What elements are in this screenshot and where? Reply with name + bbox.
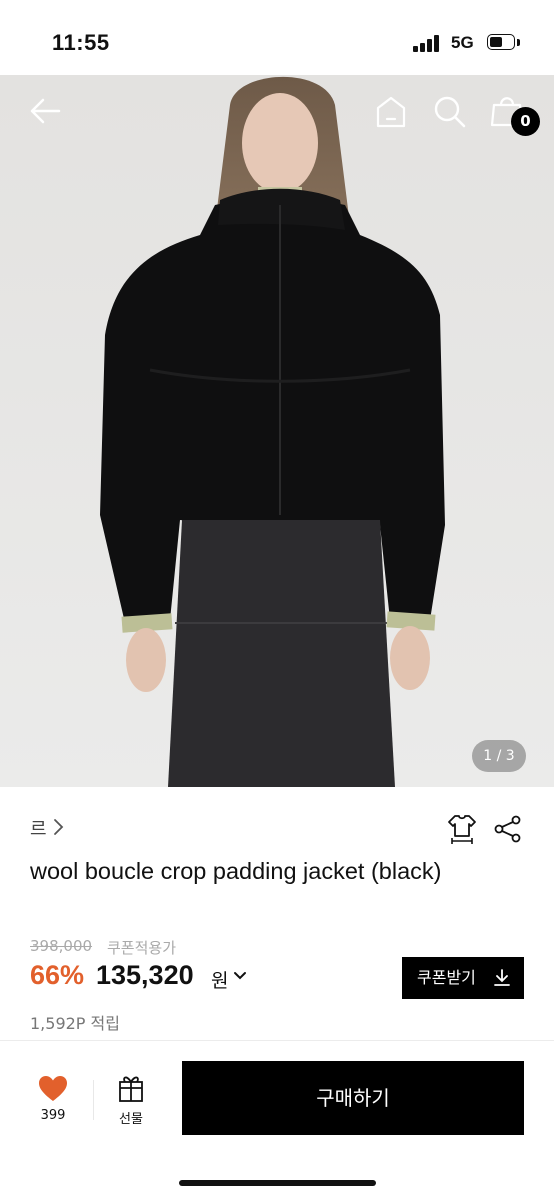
share-icon[interactable] — [493, 815, 523, 843]
divider — [93, 1080, 94, 1120]
image-page-indicator: 1 / 3 — [472, 740, 526, 772]
buy-button[interactable]: 구매하기 — [182, 1061, 524, 1135]
gift-label: 선물 — [119, 1112, 143, 1127]
like-count: 399 — [40, 1108, 66, 1123]
like-button[interactable]: 399 — [24, 1072, 82, 1130]
reward-points: 1,592P 적립 — [30, 1014, 120, 1033]
download-icon — [494, 969, 510, 986]
brand-link[interactable]: 르 — [30, 815, 47, 841]
battery-icon — [487, 34, 520, 52]
gift-button[interactable]: 선물 — [102, 1072, 160, 1130]
home-icon[interactable] — [374, 95, 408, 129]
currency-label: 원 — [211, 970, 229, 992]
chevron-right-icon[interactable] — [52, 818, 64, 836]
status-bar: 11:55 5G — [0, 0, 554, 75]
divider — [0, 1040, 554, 1041]
search-icon[interactable] — [433, 95, 467, 129]
heart-icon — [39, 1076, 67, 1101]
back-arrow-icon[interactable] — [28, 97, 62, 125]
discount-rate: 66% — [30, 960, 85, 990]
original-price: 398,000 — [30, 937, 93, 955]
size-guide-icon[interactable] — [447, 813, 477, 845]
cart-count-badge: 0 — [511, 107, 540, 136]
home-indicator — [179, 1180, 376, 1186]
status-time: 11:55 — [52, 30, 110, 55]
product-title: wool boucle crop padding jacket (black) — [30, 858, 442, 884]
download-coupon-button[interactable]: 쿠폰받기 — [402, 957, 524, 999]
gift-icon — [119, 1076, 143, 1102]
product-photo — [0, 75, 554, 787]
network-label: 5G — [451, 33, 474, 52]
coupon-price-note: 쿠폰적용가 — [107, 939, 177, 957]
signal-icon — [413, 34, 443, 52]
product-image-carousel[interactable]: 1 / 3 — [0, 75, 554, 787]
sale-price: 135,320 — [96, 960, 194, 990]
chevron-down-icon[interactable] — [233, 971, 247, 981]
coupon-button-label: 쿠폰받기 — [417, 968, 476, 987]
